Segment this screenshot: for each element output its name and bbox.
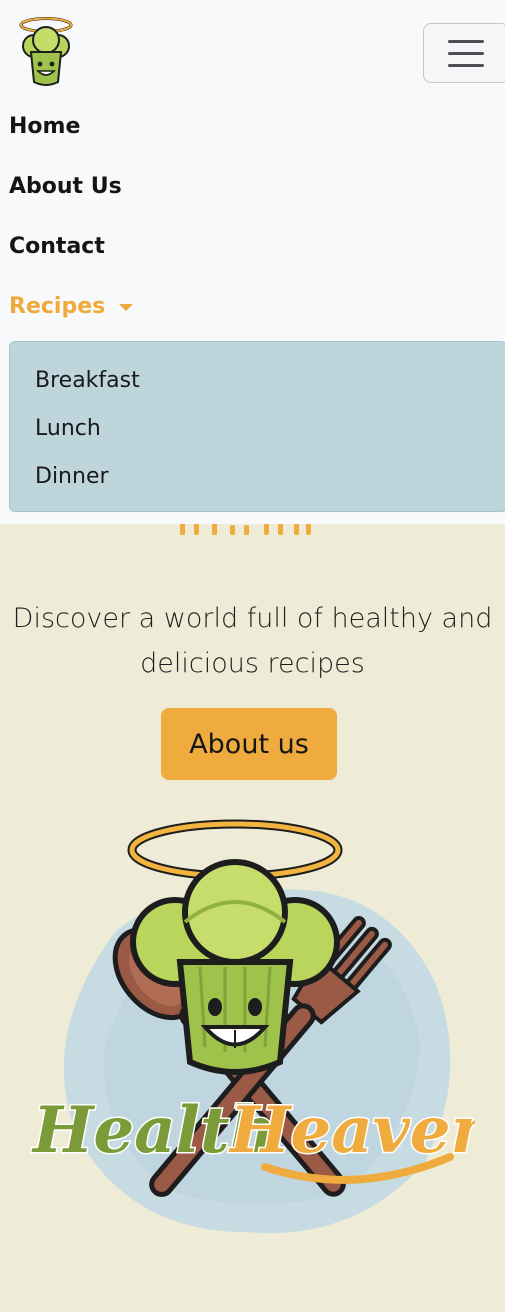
recipes-dropdown-menu: Breakfast Lunch Dinner (9, 341, 505, 512)
dropdown-item-lunch[interactable]: Lunch (35, 416, 101, 441)
navbar-toggler-button[interactable] (423, 23, 505, 83)
nav-link-home[interactable]: Home (9, 114, 80, 139)
hero-tagline: Discover a world full of healthy and del… (12, 603, 493, 679)
nav-link-recipes-label: Recipes (9, 294, 106, 319)
nav-link-recipes-dropdown[interactable]: Recipes (9, 294, 134, 319)
chef-broccoli-halo-logo-icon (19, 17, 73, 86)
hamburger-menu-icon (448, 39, 484, 43)
about-us-button[interactable]: About us (161, 708, 337, 780)
nav-link-about-us[interactable]: About Us (9, 174, 122, 199)
logo-text-heaven: Heaven (228, 1093, 475, 1168)
nav-link-contact[interactable]: Contact (9, 234, 105, 259)
dropdown-item-dinner[interactable]: Dinner (35, 464, 109, 489)
chef-broccoli-spoon-fork-logo-icon: Health Heaven (30, 819, 499, 1234)
health-heaven-logo: Health Heaven (25, 812, 499, 1262)
dropdown-item-breakfast[interactable]: Breakfast (35, 368, 140, 393)
brand-logo[interactable] (14, 16, 80, 90)
caret-down-icon (119, 304, 134, 311)
navbar: Home About Us Contact Recipes Breakfast … (0, 0, 505, 524)
